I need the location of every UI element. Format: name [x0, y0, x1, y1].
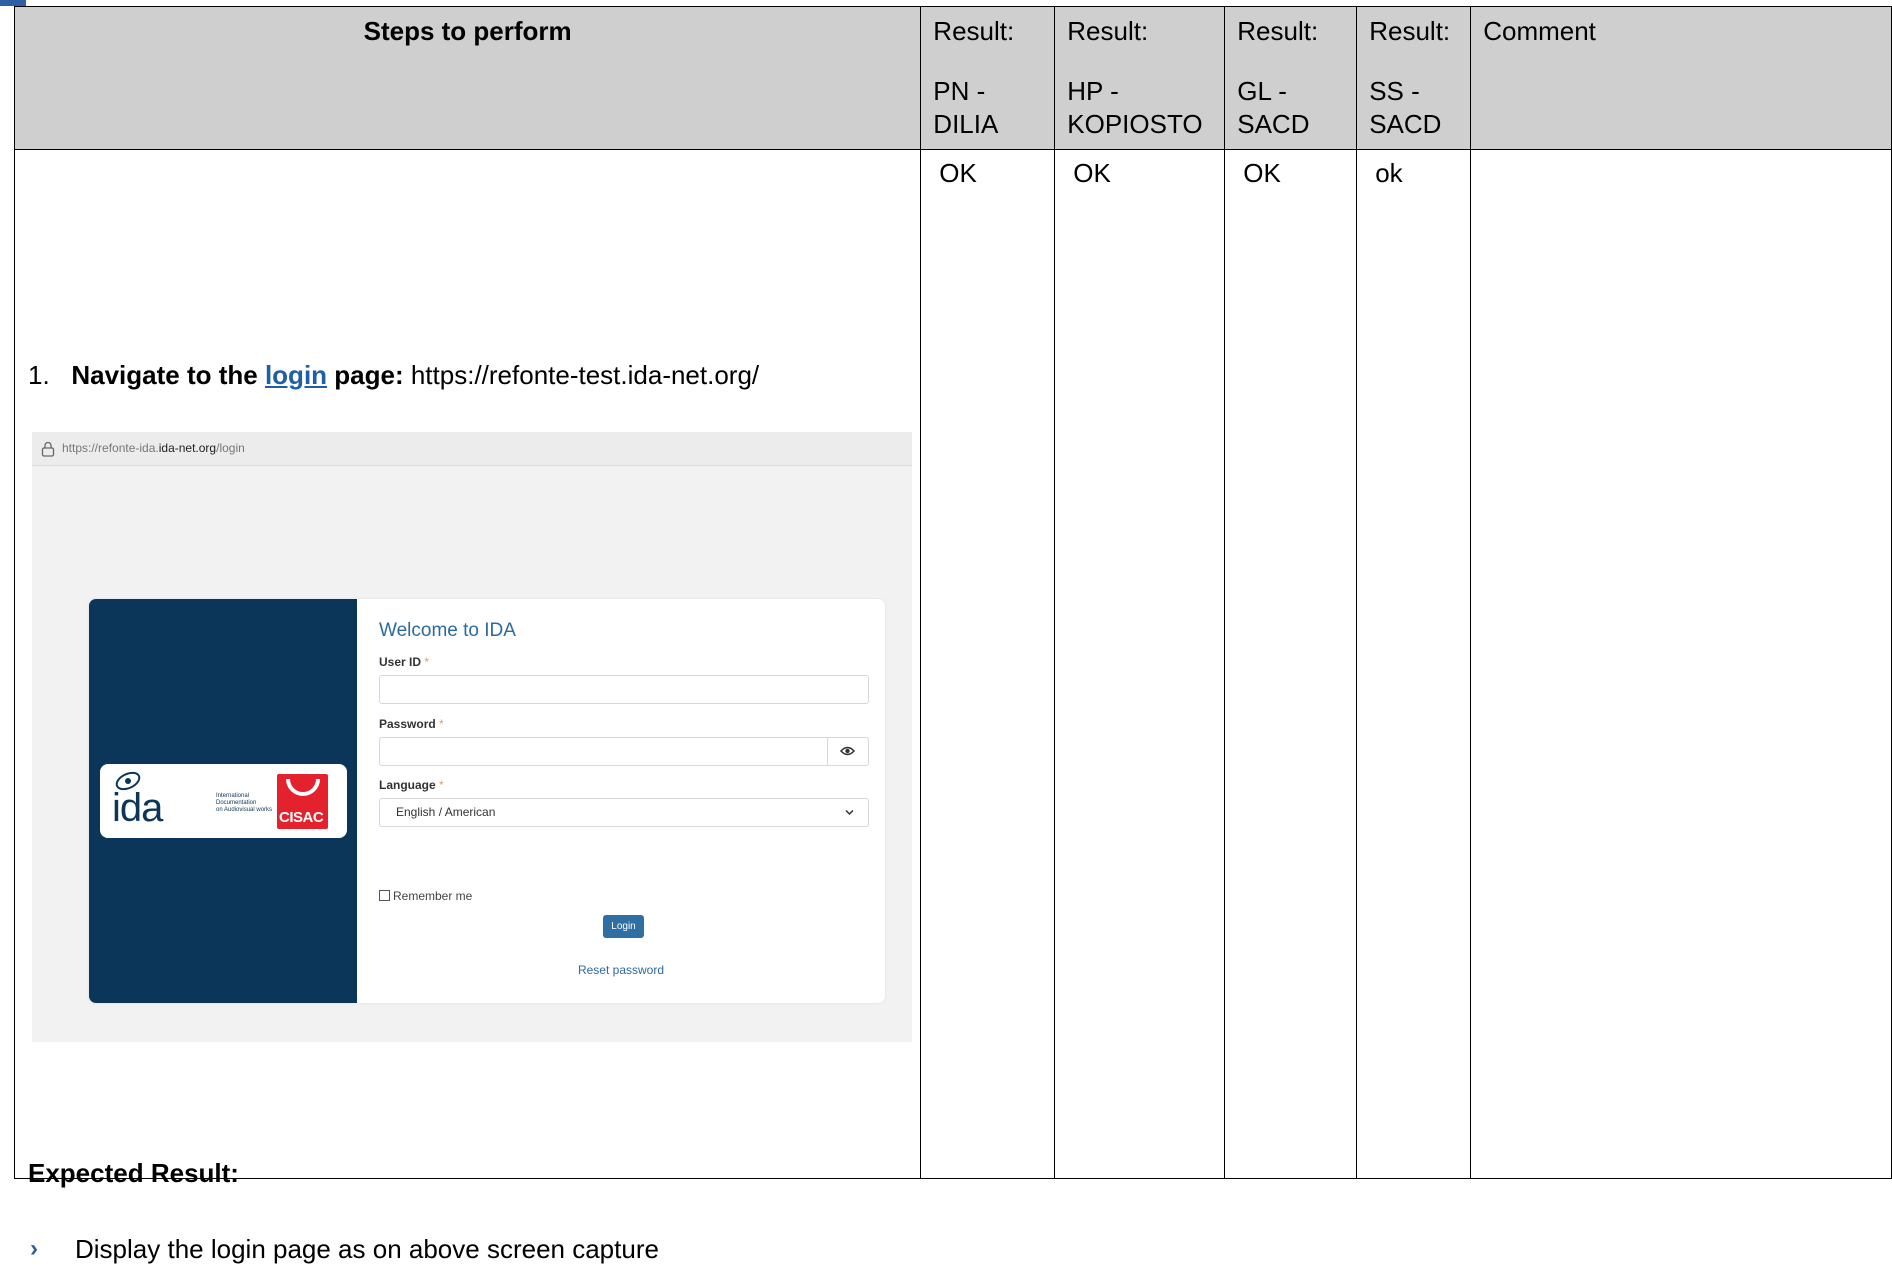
header-org-line1: GL - [1237, 76, 1287, 106]
ida-cisac-logo: ida International Documentation on Audio… [100, 764, 347, 838]
header-org-line2: DILIA [933, 109, 999, 139]
step-number: 1. [28, 360, 50, 390]
welcome-title: Welcome to IDA [379, 620, 516, 641]
browser-address-bar: https://refonte-ida.ida-net.org/login [32, 432, 912, 466]
bullet-icon: › [30, 1235, 38, 1262]
header-comment: Comment [1470, 6, 1892, 150]
language-value: English / American [396, 805, 496, 819]
remember-me-checkbox[interactable]: Remember me [379, 889, 472, 903]
header-row: Steps to perform Result: PN - DILIA Resu… [13, 6, 1892, 150]
result-hp-kopiosto: OK [1054, 149, 1226, 1179]
header-result-ss-sacd: Result: SS - SACD [1356, 6, 1472, 150]
password-label: Password * [379, 717, 444, 731]
address-url: https://refonte-ida.ida-net.org/login [62, 441, 245, 455]
cisac-arc-icon [286, 778, 320, 796]
language-label: Language * [379, 778, 444, 792]
test-steps-table: Steps to perform Result: PN - DILIA Resu… [13, 6, 1892, 1264]
ida-tagline: International Documentation on Audiovisu… [216, 793, 273, 813]
brand-panel: ida International Documentation on Audio… [89, 599, 357, 1003]
header-result-hp-kopiosto: Result: HP - KOPIOSTO [1054, 6, 1226, 150]
expected-result-label: Expected Result: [28, 1158, 239, 1188]
lock-icon [41, 441, 55, 457]
header-result-label: Result: [1067, 16, 1149, 46]
header-result-label: Result: [1369, 16, 1451, 46]
expected-result-text: Display the login page as on above scree… [75, 1234, 659, 1264]
password-input[interactable] [379, 737, 869, 766]
step-cell: 1. Navigate to the login page: https://r… [13, 149, 922, 1264]
eye-icon [840, 746, 855, 756]
language-select[interactable]: English / American [379, 798, 869, 827]
header-org-line1: HP - [1067, 76, 1119, 106]
step-prefix: Navigate to the [71, 360, 265, 390]
header-result-label: Result: [1237, 16, 1319, 46]
step-instruction: 1. Navigate to the login page: https://r… [28, 360, 759, 391]
result-ss-sacd: ok [1356, 149, 1472, 1179]
step-row: 1. Navigate to the login page: https://r… [13, 149, 1892, 1264]
show-password-button[interactable] [827, 738, 868, 765]
login-link[interactable]: login [265, 360, 327, 390]
step-url: https://refonte-test.ida-net.org/ [403, 360, 760, 390]
comment-cell [1470, 149, 1892, 1179]
header-org-line1: PN - [933, 76, 986, 106]
login-form: Welcome to IDA User ID * Password * Lang… [357, 599, 885, 1003]
login-card: ida International Documentation on Audio… [89, 599, 885, 1003]
reset-password-link[interactable]: Reset password [357, 963, 885, 977]
cisac-logo: CISAC [277, 774, 328, 829]
header-result-label: Result: [933, 16, 1015, 46]
result-gl-sacd: OK [1224, 149, 1358, 1179]
ida-wordmark: ida [112, 786, 163, 830]
header-org-line2: KOPIOSTO [1067, 109, 1203, 139]
user-id-label: User ID * [379, 655, 430, 669]
document-page: Steps to perform Result: PN - DILIA Resu… [0, 0, 1892, 1264]
result-pn-dilia: OK [920, 149, 1056, 1179]
header-result-pn-dilia: Result: PN - DILIA [920, 6, 1056, 150]
header-org-line2: SACD [1237, 109, 1310, 139]
login-screenshot: https://refonte-ida.ida-net.org/login id… [32, 432, 912, 1042]
checkbox-box[interactable] [379, 890, 390, 901]
header-steps: Steps to perform [13, 6, 922, 150]
step-suffix: page: [327, 360, 404, 390]
header-result-gl-sacd: Result: GL - SACD [1224, 6, 1358, 150]
header-org-line1: SS - [1369, 76, 1420, 106]
chevron-down-icon [845, 809, 854, 816]
header-org-line2: SACD [1369, 109, 1442, 139]
user-id-input[interactable] [379, 675, 869, 704]
login-button[interactable]: Login [603, 915, 644, 938]
